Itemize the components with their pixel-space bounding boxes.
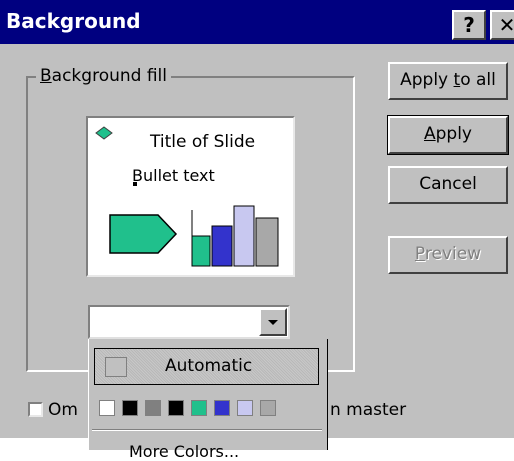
arrow-shape	[109, 214, 178, 254]
background-fill-label: Background fill	[36, 66, 171, 86]
dialog-title: Background	[6, 9, 141, 33]
preview-accel: P	[414, 244, 425, 264]
cancel-button[interactable]: Cancel	[388, 166, 508, 204]
color-swatch[interactable]	[191, 400, 207, 416]
apply-to-all-label-a: Apply	[400, 70, 454, 90]
slide-preview: Title of Slide Bullet text	[86, 116, 295, 277]
chart-bar-3	[233, 205, 255, 267]
chart-bar-2	[211, 225, 233, 267]
apply-label-rest: pply	[435, 124, 472, 144]
apply-to-all-button[interactable]: Apply to all	[388, 62, 508, 100]
preview-bullet-text: Bullet text	[132, 166, 215, 185]
dropdown-separator	[92, 429, 322, 431]
color-swatch[interactable]	[214, 400, 230, 416]
title-bar: Background ? ✕	[0, 0, 514, 44]
automatic-option[interactable]: Automatic	[94, 348, 319, 385]
apply-button[interactable]: Apply	[387, 115, 509, 155]
fill-color-dropdown: Automatic More Colors...	[88, 339, 328, 461]
help-button[interactable]: ?	[452, 10, 486, 40]
apply-accel: A	[423, 124, 436, 144]
chart-bar-4	[255, 217, 279, 267]
fill-color-combobox[interactable]	[88, 305, 290, 339]
chart-bar-1	[191, 235, 211, 267]
color-swatch[interactable]	[168, 400, 184, 416]
preview-label-rest: review	[424, 244, 482, 264]
automatic-swatch	[105, 357, 127, 377]
automatic-label: Automatic	[165, 356, 253, 376]
chevron-down-icon	[268, 320, 278, 325]
preview-button[interactable]: Preview	[388, 236, 508, 274]
omit-checkbox-label-right: n master	[330, 400, 407, 420]
more-colors-option[interactable]: More Colors...	[129, 442, 239, 461]
background-fill-label-rest: ackground fill	[51, 66, 167, 86]
color-swatch[interactable]	[145, 400, 161, 416]
color-swatch[interactable]	[99, 400, 115, 416]
dropdown-arrow-button[interactable]	[259, 308, 287, 336]
diamond-bullet-icon	[95, 126, 113, 140]
omit-master-graphics-checkbox[interactable]	[28, 402, 43, 417]
preview-title-text: Title of Slide	[150, 132, 256, 152]
omit-checkbox-label-left: Om	[48, 400, 78, 420]
color-swatch[interactable]	[260, 400, 276, 416]
color-swatch[interactable]	[122, 400, 138, 416]
color-swatch[interactable]	[237, 400, 253, 416]
background-fill-accel: B	[40, 66, 52, 86]
close-button[interactable]: ✕	[490, 10, 514, 40]
apply-to-all-label-b: o all	[460, 70, 496, 90]
